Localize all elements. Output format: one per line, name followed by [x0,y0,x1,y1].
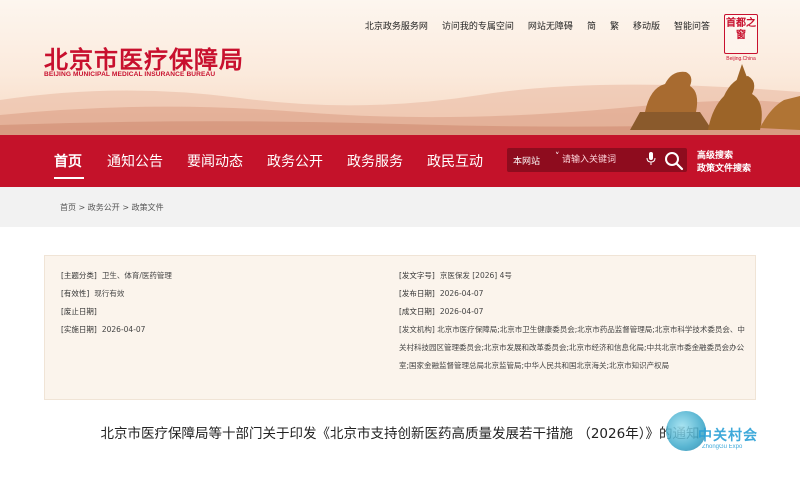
meta-repeal: [废止日期] [61,306,102,317]
nav-item-interaction[interactable]: 政民互动 [427,151,483,171]
seal-text: 首都之窗 [726,18,756,41]
nav-item-gov-services[interactable]: 政务服务 [347,151,403,171]
top-link-mobile[interactable]: 移动版 [633,19,660,32]
breadcrumb-policy-docs[interactable]: 政策文件 [132,203,164,212]
top-link-accessibility[interactable]: 网站无障碍 [528,19,573,32]
meta-effective: [实施日期] 2026-04-07 [61,324,145,335]
watermark-subtext: ZhongGu Expo [702,444,743,450]
site-logo-subtitle: BEIJING MUNICIPAL MEDICAL INSURANCE BURE… [44,71,216,78]
meta-topic-value: 卫生、体育/医药管理 [101,271,172,280]
meta-written-value: 2026-04-07 [439,307,484,316]
nav-item-gov-affairs[interactable]: 政务公开 [267,151,323,171]
meta-docno-label: [发文字号] [399,271,435,280]
meta-publish-label: [发布日期] [399,289,435,298]
advanced-search-link[interactable]: 高级搜索 [697,150,751,163]
top-link-simplified[interactable]: 简 [587,19,596,32]
meta-publish: [发布日期] 2026-04-07 [399,288,483,299]
meta-written-label: [成文日期] [399,307,435,316]
search-box: 本网站 ˅ [507,148,687,172]
document-metadata: [主题分类] 卫生、体育/医药管理 [有效性] 现行有效 [废止日期] [实施日期]… [44,255,756,400]
meta-agency: [发文机构] 北京市医疗保障局;北京市卫生健康委员会;北京市药品监督管理局;北京… [399,321,745,375]
capital-window-seal[interactable]: 首都之窗 [724,14,758,54]
breadcrumb-bar: 首页 > 政务公开 > 政策文件 [0,187,800,227]
meta-docno: [发文字号] 京医保发 [2026] 4号 [399,270,512,281]
breadcrumb: 首页 > 政务公开 > 政策文件 [60,202,164,213]
advanced-search-links: 高级搜索 政策文件搜索 [697,150,751,176]
meta-docno-value: 京医保发 [2026] 4号 [439,271,512,280]
meta-written: [成文日期] 2026-04-07 [399,306,483,317]
chevron-down-icon[interactable]: ˅ [555,152,560,162]
document-title: 北京市医疗保障局等十部门关于印发《北京市支持创新医药高质量发展若干措施 （202… [100,426,700,442]
top-link-smart-qa[interactable]: 智能问答 [674,19,710,32]
nav-item-notices[interactable]: 通知公告 [107,151,163,171]
top-link-traditional[interactable]: 繁 [610,19,619,32]
nav-active-indicator [54,177,84,179]
meta-agency-value: 北京市医疗保障局;北京市卫生健康委员会;北京市药品监督管理局;北京市科学技术委员… [399,325,745,370]
site-logo-title[interactable]: 北京市医疗保障局 [44,40,244,75]
meta-publish-value: 2026-04-07 [439,289,484,298]
meta-effective-value: 2026-04-07 [101,325,146,334]
breadcrumb-gov-affairs[interactable]: 政务公开 [88,203,120,212]
expo-watermark: 中关村会 ZhongGu Expo [666,411,784,461]
meta-repeal-label: [废止日期] [61,307,97,316]
top-link-gov-service[interactable]: 北京政务服务网 [365,19,428,32]
search-input[interactable] [562,152,642,168]
breadcrumb-separator: > [122,203,132,212]
top-link-my-space[interactable]: 访问我的专属空间 [442,19,514,32]
meta-topic: [主题分类] 卫生、体育/医药管理 [61,270,172,281]
microphone-icon[interactable] [646,152,656,166]
meta-validity-label: [有效性] [61,289,90,298]
search-scope-select[interactable]: 本网站 [513,154,540,167]
meta-effective-label: [实施日期] [61,325,97,334]
header-banner: 北京政务服务网 访问我的专属空间 网站无障碍 简 繁 移动版 智能问答 北京市医… [0,0,800,135]
meta-agency-label: [发文机构] [399,325,435,334]
search-icon[interactable] [664,151,684,171]
meta-topic-label: [主题分类] [61,271,97,280]
seal-caption: Beijing.China [726,56,756,62]
breadcrumb-separator: > [78,203,88,212]
meta-validity-value: 现行有效 [94,289,125,298]
nav-item-news[interactable]: 要闻动态 [187,151,243,171]
nav-item-home[interactable]: 首页 [54,151,82,171]
policy-search-link[interactable]: 政策文件搜索 [697,163,751,176]
meta-validity: [有效性] 现行有效 [61,288,124,299]
top-links: 北京政务服务网 访问我的专属空间 网站无障碍 简 繁 移动版 智能问答 [365,19,710,32]
breadcrumb-home[interactable]: 首页 [60,203,76,212]
watermark-text: 中关村会 [698,428,758,444]
